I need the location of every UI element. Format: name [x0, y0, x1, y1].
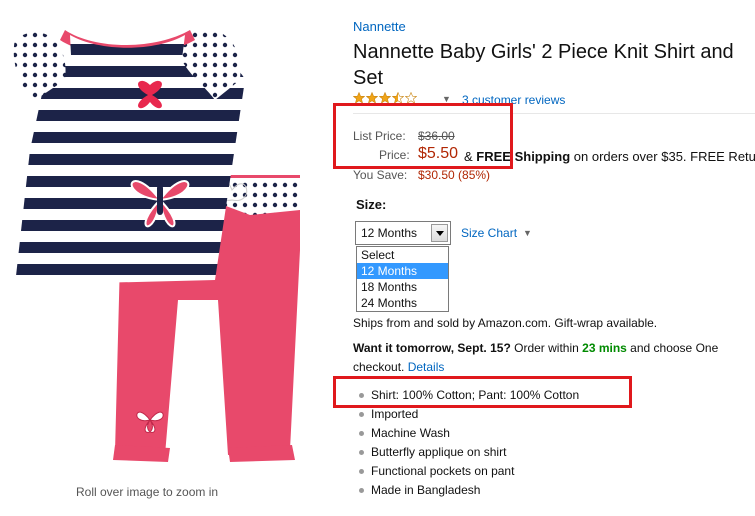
product-image[interactable]: Roll over image to zoom in	[0, 0, 330, 516]
delivery-headline: Want it tomorrow, Sept. 15?	[353, 341, 511, 355]
details-link[interactable]: Details	[408, 360, 445, 374]
delivery-countdown: 23 mins	[582, 341, 627, 355]
price-highlight-box	[333, 103, 513, 169]
you-save-label: You Save:	[353, 168, 408, 182]
delivery-message: Want it tomorrow, Sept. 15? Order within…	[353, 341, 718, 355]
size-select-value: 12 Months	[361, 226, 418, 240]
product-title-line2: Set	[353, 67, 384, 89]
shipping-post: on orders over $35. FREE Retu	[570, 149, 755, 164]
delivery-message-line2: checkout. Details	[353, 360, 444, 374]
size-option-selected[interactable]: 12 Months	[357, 263, 448, 279]
size-option[interactable]: 24 Months	[357, 295, 448, 311]
size-dropdown-list[interactable]: Select 12 Months 18 Months 24 Months	[356, 246, 449, 312]
dropdown-arrow-icon[interactable]	[431, 224, 448, 242]
checkout-text: checkout.	[353, 360, 408, 374]
brand-link[interactable]: Nannette	[353, 19, 406, 34]
delivery-post: and choose One	[626, 341, 719, 355]
outfit-illustration	[13, 29, 300, 462]
chevron-down-icon[interactable]: ▼	[523, 228, 532, 238]
size-option[interactable]: Select	[357, 247, 448, 263]
size-option[interactable]: 18 Months	[357, 279, 448, 295]
list-item: Imported	[357, 407, 579, 426]
delivery-pre: Order within	[510, 341, 583, 355]
material-highlight-box	[333, 376, 632, 408]
list-item: Machine Wash	[357, 426, 579, 445]
list-item: Made in Bangladesh	[357, 483, 579, 502]
list-item: Butterfly applique on shirt	[357, 445, 579, 464]
list-item: Functional pockets on pant	[357, 464, 579, 483]
zoom-hint: Roll over image to zoom in	[76, 485, 219, 499]
ships-from-text: Ships from and sold by Amazon.com. Gift-…	[353, 316, 658, 330]
size-select[interactable]: 12 Months	[355, 221, 451, 245]
you-save-value: $30.50 (85%)	[418, 168, 491, 182]
size-label: Size:	[356, 197, 387, 212]
size-chart-link[interactable]: Size Chart	[461, 226, 517, 240]
product-title: Nannette Baby Girls' 2 Piece Knit Shirt …	[353, 41, 734, 63]
